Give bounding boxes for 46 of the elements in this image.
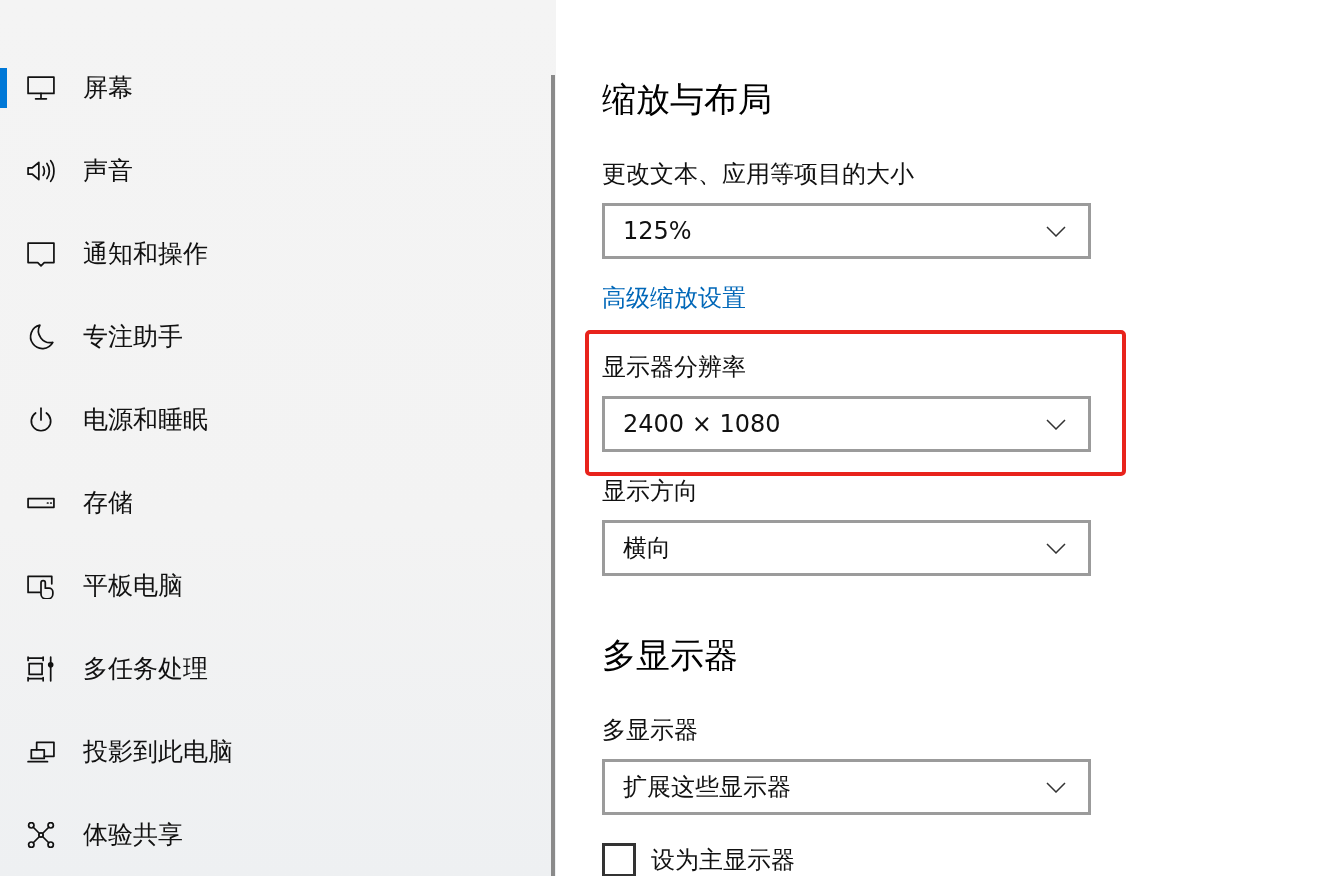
dropdown[interactable]: 横向 bbox=[602, 520, 1091, 576]
section-heading: 多显示器 bbox=[602, 634, 738, 676]
setting-label: 显示方向 bbox=[602, 476, 698, 506]
share-nodes-icon bbox=[27, 821, 55, 848]
multitask-icon bbox=[27, 655, 55, 682]
nav-label: 体验共享 bbox=[83, 819, 183, 850]
chevron-down-icon bbox=[1046, 418, 1066, 430]
nav-label: 投影到此电脑 bbox=[83, 736, 233, 767]
chevron-down-icon bbox=[1046, 781, 1066, 793]
checkbox[interactable] bbox=[602, 843, 636, 876]
nav-item[interactable]: 平板电脑 bbox=[0, 544, 551, 628]
speech-bubble-icon bbox=[27, 241, 55, 268]
settings-link[interactable]: 高级缩放设置 bbox=[602, 283, 746, 313]
dropdown[interactable]: 125% bbox=[602, 203, 1091, 259]
chevron-down-icon bbox=[1046, 542, 1066, 554]
setting-label: 显示器分辨率 bbox=[602, 352, 746, 382]
nav-item[interactable]: 声音 bbox=[0, 129, 551, 213]
nav-label: 声音 bbox=[83, 156, 133, 187]
dropdown[interactable]: 扩展这些显示器 bbox=[602, 759, 1091, 815]
nav-label: 电源和睡眠 bbox=[83, 405, 208, 436]
setting-label: 更改文本、应用等项目的大小 bbox=[602, 159, 914, 189]
nav-label: 多任务处理 bbox=[83, 653, 208, 684]
tablet-touch-icon bbox=[27, 572, 55, 599]
nav-item[interactable]: 专注助手 bbox=[0, 295, 551, 379]
dropdown[interactable]: 2400 × 1080 bbox=[602, 396, 1091, 452]
nav-item[interactable]: 多任务处理 bbox=[0, 627, 551, 711]
nav-label: 通知和操作 bbox=[83, 239, 208, 270]
nav-item[interactable]: 电源和睡眠 bbox=[0, 378, 551, 462]
checkbox-label: 设为主显示器 bbox=[651, 845, 795, 875]
nav-item[interactable]: 通知和操作 bbox=[0, 212, 551, 296]
moon-icon bbox=[27, 324, 55, 351]
chevron-down-icon bbox=[1046, 225, 1066, 237]
scrollbar[interactable] bbox=[551, 75, 555, 876]
nav-item[interactable]: 体验共享 bbox=[0, 793, 551, 876]
setting-label: 多显示器 bbox=[602, 715, 698, 745]
nav-label: 专注助手 bbox=[83, 322, 183, 353]
laptop-screen-icon bbox=[27, 738, 55, 765]
monitor-icon bbox=[27, 75, 55, 102]
nav-item[interactable]: 投影到此电脑 bbox=[0, 710, 551, 794]
nav-item[interactable]: 存储 bbox=[0, 461, 551, 545]
nav-label: 平板电脑 bbox=[83, 570, 183, 601]
section-heading: 缩放与布局 bbox=[602, 78, 772, 120]
nav-label: 屏幕 bbox=[83, 73, 133, 104]
nav-item[interactable]: 屏幕 bbox=[0, 47, 551, 130]
speaker-icon bbox=[27, 158, 55, 185]
nav-label: 存储 bbox=[83, 488, 133, 518]
